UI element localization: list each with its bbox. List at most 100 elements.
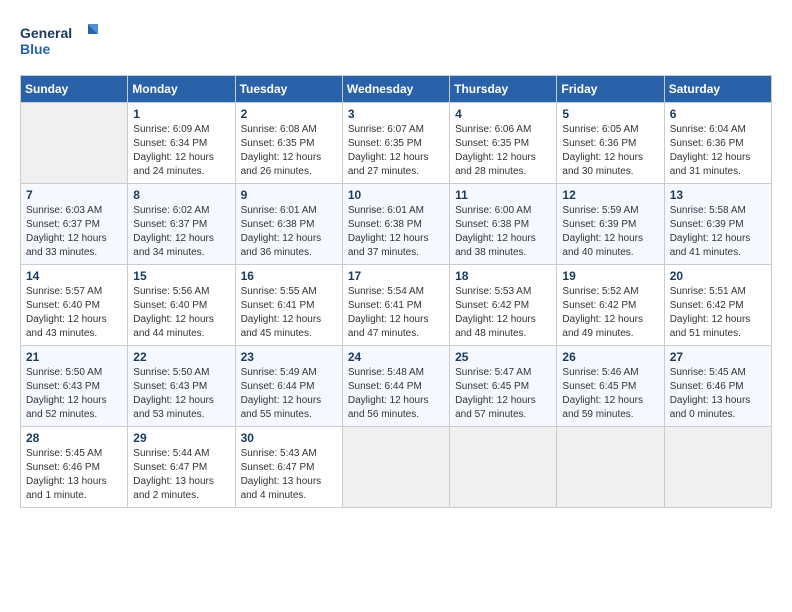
calendar-week-row: 14 Sunrise: 5:57 AMSunset: 6:40 PMDayligh… xyxy=(21,265,772,346)
calendar-day-cell: 20 Sunrise: 5:51 AMSunset: 6:42 PMDayligh… xyxy=(664,265,771,346)
day-detail: Sunrise: 6:09 AMSunset: 6:34 PMDaylight:… xyxy=(133,123,229,179)
day-detail: Sunrise: 6:07 AMSunset: 6:35 PMDaylight:… xyxy=(348,123,444,179)
calendar-week-row: 1Sunrise: 6:09 AMSunset: 6:34 PMDaylight… xyxy=(21,103,772,184)
calendar-day-cell: 12Sunrise: 5:59 AMSunset: 6:39 PMDayligh… xyxy=(557,184,664,265)
day-detail: Sunrise: 5:44 AMSunset: 6:47 PMDaylight:… xyxy=(133,447,229,503)
day-number: 19 xyxy=(562,269,658,283)
day-detail: Sunrise: 5:45 AMSunset: 6:46 PMDaylight:… xyxy=(26,447,122,503)
day-number: 16 xyxy=(241,269,337,283)
day-number: 23 xyxy=(241,350,337,364)
calendar-week-row: 21 Sunrise: 5:50 AMSunset: 6:43 PMDayligh… xyxy=(21,346,772,427)
calendar-day-cell xyxy=(342,427,449,508)
calendar-day-cell: 27 Sunrise: 5:45 AMSunset: 6:46 PMDayligh… xyxy=(664,346,771,427)
calendar-day-cell: 26 Sunrise: 5:46 AMSunset: 6:45 PMDayligh… xyxy=(557,346,664,427)
day-number: 20 xyxy=(670,269,766,283)
calendar-day-cell: 30 Sunrise: 5:43 AMSunset: 6:47 PMDayligh… xyxy=(235,427,342,508)
weekday-header: Sunday xyxy=(21,76,128,103)
day-number: 27 xyxy=(670,350,766,364)
calendar-day-cell: 14 Sunrise: 5:57 AMSunset: 6:40 PMDayligh… xyxy=(21,265,128,346)
day-number: 8 xyxy=(133,188,229,202)
day-detail: Sunrise: 6:06 AMSunset: 6:35 PMDaylight:… xyxy=(455,123,551,179)
calendar-day-cell: 1Sunrise: 6:09 AMSunset: 6:34 PMDaylight… xyxy=(128,103,235,184)
day-number: 11 xyxy=(455,188,551,202)
day-detail: Sunrise: 5:55 AMSunset: 6:41 PMDaylight:… xyxy=(241,285,337,341)
weekday-header: Tuesday xyxy=(235,76,342,103)
day-number: 22 xyxy=(133,350,229,364)
day-detail: Sunrise: 5:47 AMSunset: 6:45 PMDaylight:… xyxy=(455,366,551,422)
day-number: 25 xyxy=(455,350,551,364)
calendar-day-cell: 5 Sunrise: 6:05 AMSunset: 6:36 PMDaylight… xyxy=(557,103,664,184)
day-detail: Sunrise: 6:01 AMSunset: 6:38 PMDaylight:… xyxy=(241,204,337,260)
weekday-header-row: SundayMondayTuesdayWednesdayThursdayFrid… xyxy=(21,76,772,103)
svg-text:General: General xyxy=(20,25,72,41)
day-number: 30 xyxy=(241,431,337,445)
calendar-day-cell xyxy=(557,427,664,508)
calendar-day-cell: 15 Sunrise: 5:56 AMSunset: 6:40 PMDayligh… xyxy=(128,265,235,346)
svg-text:Blue: Blue xyxy=(20,41,51,57)
calendar-day-cell: 13 Sunrise: 5:58 AMSunset: 6:39 PMDayligh… xyxy=(664,184,771,265)
day-detail: Sunrise: 5:48 AMSunset: 6:44 PMDaylight:… xyxy=(348,366,444,422)
day-detail: Sunrise: 6:05 AMSunset: 6:36 PMDaylight:… xyxy=(562,123,658,179)
calendar-day-cell: 8 Sunrise: 6:02 AMSunset: 6:37 PMDaylight… xyxy=(128,184,235,265)
calendar-day-cell: 4 Sunrise: 6:06 AMSunset: 6:35 PMDaylight… xyxy=(450,103,557,184)
day-number: 24 xyxy=(348,350,444,364)
weekday-header: Friday xyxy=(557,76,664,103)
day-detail: Sunrise: 6:03 AMSunset: 6:37 PMDaylight:… xyxy=(26,204,122,260)
day-number: 3 xyxy=(348,107,444,121)
day-detail: Sunrise: 5:58 AMSunset: 6:39 PMDaylight:… xyxy=(670,204,766,260)
day-number: 7 xyxy=(26,188,122,202)
day-number: 10 xyxy=(348,188,444,202)
calendar-day-cell: 9 Sunrise: 6:01 AMSunset: 6:38 PMDaylight… xyxy=(235,184,342,265)
calendar-day-cell xyxy=(450,427,557,508)
day-detail: Sunrise: 5:51 AMSunset: 6:42 PMDaylight:… xyxy=(670,285,766,341)
calendar-day-cell: 11Sunrise: 6:00 AMSunset: 6:38 PMDayligh… xyxy=(450,184,557,265)
day-detail: Sunrise: 5:54 AMSunset: 6:41 PMDaylight:… xyxy=(348,285,444,341)
day-detail: Sunrise: 5:43 AMSunset: 6:47 PMDaylight:… xyxy=(241,447,337,503)
day-detail: Sunrise: 6:02 AMSunset: 6:37 PMDaylight:… xyxy=(133,204,229,260)
calendar-day-cell: 7 Sunrise: 6:03 AMSunset: 6:37 PMDaylight… xyxy=(21,184,128,265)
calendar-day-cell: 16 Sunrise: 5:55 AMSunset: 6:41 PMDayligh… xyxy=(235,265,342,346)
day-number: 5 xyxy=(562,107,658,121)
calendar-day-cell: 21Sunrise: 5:50 AMSunset: 6:43 PMDayligh… xyxy=(21,346,128,427)
calendar-day-cell xyxy=(664,427,771,508)
day-detail: Sunrise: 5:53 AMSunset: 6:42 PMDaylight:… xyxy=(455,285,551,341)
day-number: 2 xyxy=(241,107,337,121)
calendar-day-cell: 23 Sunrise: 5:49 AMSunset: 6:44 PMDayligh… xyxy=(235,346,342,427)
day-number: 4 xyxy=(455,107,551,121)
day-detail: Sunrise: 6:04 AMSunset: 6:36 PMDaylight:… xyxy=(670,123,766,179)
day-number: 6 xyxy=(670,107,766,121)
calendar-table: SundayMondayTuesdayWednesdayThursdayFrid… xyxy=(20,75,772,508)
day-number: 17 xyxy=(348,269,444,283)
calendar-day-cell: 29 Sunrise: 5:44 AMSunset: 6:47 PMDayligh… xyxy=(128,427,235,508)
day-detail: Sunrise: 5:49 AMSunset: 6:44 PMDaylight:… xyxy=(241,366,337,422)
day-detail: Sunrise: 5:57 AMSunset: 6:40 PMDaylight:… xyxy=(26,285,122,341)
calendar-week-row: 28Sunrise: 5:45 AMSunset: 6:46 PMDayligh… xyxy=(21,427,772,508)
calendar-day-cell: 19 Sunrise: 5:52 AMSunset: 6:42 PMDayligh… xyxy=(557,265,664,346)
day-number: 9 xyxy=(241,188,337,202)
day-detail: Sunrise: 5:45 AMSunset: 6:46 PMDaylight:… xyxy=(670,366,766,422)
day-number: 14 xyxy=(26,269,122,283)
logo-svg: General Blue xyxy=(20,20,100,65)
weekday-header: Wednesday xyxy=(342,76,449,103)
day-number: 21 xyxy=(26,350,122,364)
day-number: 26 xyxy=(562,350,658,364)
day-detail: Sunrise: 6:08 AMSunset: 6:35 PMDaylight:… xyxy=(241,123,337,179)
calendar-day-cell: 24 Sunrise: 5:48 AMSunset: 6:44 PMDayligh… xyxy=(342,346,449,427)
calendar-day-cell: 25 Sunrise: 5:47 AMSunset: 6:45 PMDayligh… xyxy=(450,346,557,427)
day-number: 15 xyxy=(133,269,229,283)
day-detail: Sunrise: 6:01 AMSunset: 6:38 PMDaylight:… xyxy=(348,204,444,260)
calendar-week-row: 7 Sunrise: 6:03 AMSunset: 6:37 PMDaylight… xyxy=(21,184,772,265)
day-number: 29 xyxy=(133,431,229,445)
calendar-day-cell: 6 Sunrise: 6:04 AMSunset: 6:36 PMDaylight… xyxy=(664,103,771,184)
weekday-header: Thursday xyxy=(450,76,557,103)
day-detail: Sunrise: 5:59 AMSunset: 6:39 PMDaylight:… xyxy=(562,204,658,260)
day-detail: Sunrise: 5:50 AMSunset: 6:43 PMDaylight:… xyxy=(133,366,229,422)
day-number: 13 xyxy=(670,188,766,202)
day-detail: Sunrise: 5:46 AMSunset: 6:45 PMDaylight:… xyxy=(562,366,658,422)
weekday-header: Saturday xyxy=(664,76,771,103)
day-detail: Sunrise: 5:56 AMSunset: 6:40 PMDaylight:… xyxy=(133,285,229,341)
day-detail: Sunrise: 5:52 AMSunset: 6:42 PMDaylight:… xyxy=(562,285,658,341)
calendar-day-cell xyxy=(21,103,128,184)
calendar-day-cell: 17 Sunrise: 5:54 AMSunset: 6:41 PMDayligh… xyxy=(342,265,449,346)
page-header: General Blue xyxy=(20,20,772,65)
